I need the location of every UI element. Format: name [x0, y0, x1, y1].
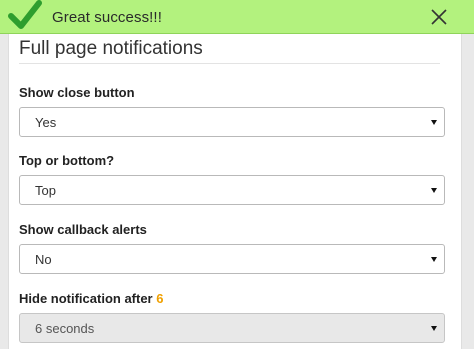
- hide-notification-seconds-value: 6: [156, 291, 164, 306]
- show-callback-alerts-select[interactable]: No: [19, 244, 445, 274]
- settings-panel: Full page notifications Show close butto…: [8, 30, 462, 349]
- close-icon[interactable]: [430, 8, 448, 26]
- caret-down-icon: [431, 188, 437, 193]
- hide-notification-label-text: Hide notification after: [19, 291, 157, 306]
- hide-notification-after-label: Hide notification after 6: [19, 291, 163, 306]
- caret-down-icon: [431, 326, 437, 331]
- show-close-button-label: Show close button: [19, 85, 135, 100]
- checkmark-icon: [8, 0, 42, 29]
- select-value: 6 seconds: [35, 321, 95, 336]
- hide-notification-after-select: 6 seconds: [19, 313, 445, 343]
- show-close-button-select[interactable]: Yes: [19, 107, 445, 137]
- panel-title: Full page notifications: [19, 38, 203, 59]
- title-divider: [19, 63, 440, 64]
- select-value: Yes: [35, 115, 57, 130]
- page: Great success!!! Full page notifications…: [0, 0, 474, 349]
- caret-down-icon: [431, 120, 437, 125]
- top-or-bottom-select[interactable]: Top: [19, 175, 445, 205]
- select-value: No: [35, 252, 52, 267]
- success-notification-bar: Great success!!!: [0, 0, 474, 34]
- notification-message: Great success!!!: [52, 9, 162, 26]
- select-value: Top: [35, 183, 56, 198]
- caret-down-icon: [431, 257, 437, 262]
- show-callback-alerts-label: Show callback alerts: [19, 222, 147, 237]
- top-or-bottom-label: Top or bottom?: [19, 153, 115, 168]
